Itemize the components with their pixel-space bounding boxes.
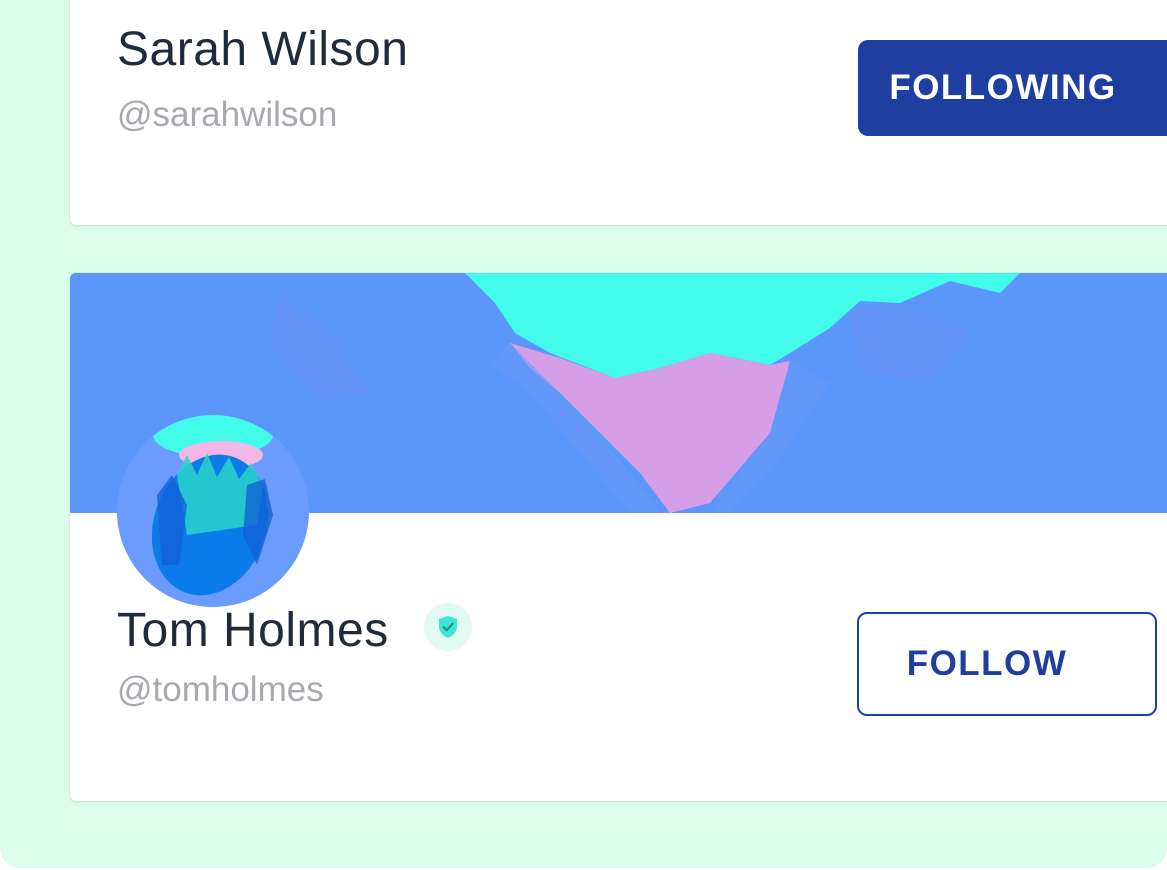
user-handle: @tomholmes [117,670,324,709]
user-card-tom-holmes: Tom Holmes @tomholmes [70,273,1167,801]
user-name: Tom Holmes [117,604,389,657]
follow-button[interactable]: FOLLOW [857,612,1157,716]
avatar[interactable] [117,415,309,607]
user-name: Sarah Wilson [117,23,409,76]
user-list-panel: Sarah Wilson @sarahwilson FOLLOWING Tom … [0,0,1167,868]
shield-check-icon [439,616,457,638]
following-button[interactable]: FOLLOWING [858,40,1167,136]
user-card-sarah-wilson: Sarah Wilson @sarahwilson FOLLOWING [70,0,1167,225]
user-handle: @sarahwilson [117,95,338,134]
verified-badge [424,603,472,651]
